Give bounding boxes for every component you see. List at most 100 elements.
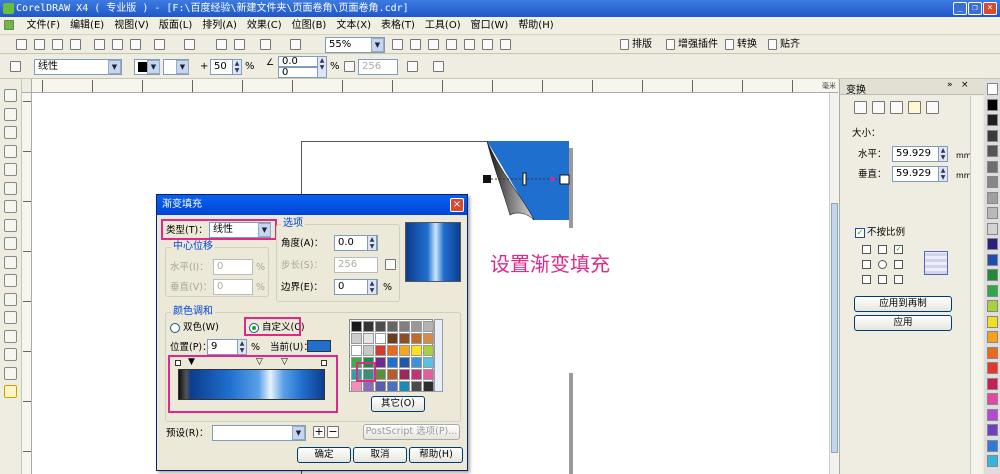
copy-fill-icon[interactable] [433, 61, 444, 72]
convert-icon[interactable] [725, 39, 734, 50]
rotate-icon[interactable] [872, 101, 885, 114]
zoom-all-icon[interactable] [446, 39, 457, 50]
open-icon[interactable] [34, 39, 45, 50]
menu-item[interactable]: 工具(O) [420, 17, 466, 35]
blend-color-swatch[interactable] [387, 369, 398, 380]
steps-lock-icon[interactable] [344, 61, 355, 72]
add-preset-icon[interactable]: + [313, 426, 325, 438]
blend-color-swatch[interactable] [387, 345, 398, 356]
size-icon[interactable] [908, 101, 921, 114]
blend-color-swatch[interactable] [411, 369, 422, 380]
basic-shapes-icon[interactable] [4, 255, 17, 269]
blend-color-swatch[interactable] [423, 369, 434, 380]
palette-swatch[interactable] [987, 145, 998, 157]
zoom-width-icon[interactable] [482, 39, 493, 50]
anchor-tl[interactable] [862, 245, 871, 254]
menu-item[interactable]: 版面(L) [154, 17, 197, 35]
preset-dropdown-icon[interactable]: ▼ [292, 426, 305, 440]
blend-color-swatch[interactable] [399, 345, 410, 356]
smart-fill-icon[interactable] [4, 181, 17, 195]
palette-swatch[interactable] [987, 300, 998, 312]
lock-icon[interactable] [407, 61, 418, 72]
blend-color-swatch[interactable] [351, 321, 362, 332]
palette-swatch[interactable] [987, 114, 998, 126]
blend-color-swatch[interactable] [399, 357, 410, 368]
fill-type-dropdown-icon[interactable]: ▼ [108, 60, 121, 74]
close-icon[interactable]: × [983, 2, 997, 15]
new-icon[interactable] [16, 39, 27, 50]
launcher-icon[interactable] [260, 39, 271, 50]
blend-palette-scrollbar[interactable] [434, 319, 443, 392]
end-color-dropdown-icon[interactable]: ▼ [176, 60, 189, 74]
blend-color-swatch[interactable] [399, 321, 410, 332]
zoom-in-icon[interactable] [392, 39, 403, 50]
convert-button[interactable]: 转换 [737, 38, 757, 52]
palette-swatch[interactable] [987, 129, 998, 142]
pick-tool-icon[interactable] [4, 89, 17, 102]
position-spinner[interactable]: ▲ ▼ [237, 339, 247, 355]
zoom-tool-icon[interactable] [4, 144, 17, 158]
blend-color-swatch[interactable] [363, 321, 374, 332]
save-icon[interactable] [52, 39, 63, 50]
blend-color-swatch[interactable] [399, 333, 410, 344]
blend-color-swatch[interactable] [351, 345, 362, 356]
palette-swatch[interactable] [987, 98, 998, 111]
blend-color-swatch[interactable] [363, 381, 374, 392]
edge-field[interactable]: 0 [278, 67, 318, 78]
minimize-icon[interactable]: _ [953, 2, 967, 15]
anchor-tc[interactable] [878, 245, 887, 254]
menu-item[interactable]: 表格(T) [376, 17, 420, 35]
blend-color-swatch[interactable] [399, 381, 410, 392]
outline-tool-icon[interactable] [4, 348, 17, 361]
restore-icon[interactable]: ❐ [968, 2, 982, 15]
snap-icon[interactable] [290, 39, 301, 50]
angle-spinner[interactable]: ▲ ▼ [317, 56, 327, 78]
docker-collapse-icon[interactable]: » [947, 80, 953, 90]
ok-button[interactable]: 确定 [297, 447, 351, 463]
blend-color-swatch[interactable] [411, 321, 422, 332]
menu-item[interactable]: 位图(B) [287, 17, 332, 35]
page-curl-shape[interactable] [472, 133, 582, 243]
docker-scrollbar[interactable] [970, 96, 982, 474]
blend-color-swatch[interactable] [423, 381, 434, 392]
others-button[interactable]: 其它(O) [371, 396, 425, 412]
fill-tool-icon[interactable] [4, 366, 17, 380]
ellipse-tool-icon[interactable] [4, 218, 17, 232]
menu-item[interactable]: 编辑(E) [65, 17, 109, 35]
v-size-spinner[interactable]: ▲ ▼ [938, 166, 948, 182]
anchor-mr[interactable] [894, 260, 903, 269]
scale-icon[interactable] [890, 101, 903, 114]
table-tool-icon[interactable] [4, 292, 17, 306]
midpoint-spinner[interactable]: ▲ ▼ [232, 59, 242, 75]
palette-swatch[interactable] [987, 191, 998, 204]
palette-swatch[interactable] [987, 331, 998, 343]
palette-swatch[interactable] [987, 207, 998, 219]
blend-color-swatch[interactable] [411, 357, 422, 368]
blend-color-swatch[interactable] [351, 333, 362, 344]
blend-color-swatch[interactable] [387, 321, 398, 332]
blend-color-swatch[interactable] [423, 345, 434, 356]
palette-swatch[interactable] [987, 408, 998, 421]
menu-item[interactable]: 文本(X) [331, 17, 376, 35]
blend-color-swatch[interactable] [363, 333, 374, 344]
polygon-tool-icon[interactable] [4, 237, 17, 250]
snap-to-icon[interactable] [768, 39, 777, 50]
vertical-scrollbar[interactable] [829, 93, 839, 474]
undo-icon[interactable] [154, 39, 165, 50]
blend-color-swatch[interactable] [363, 345, 374, 356]
angle-field[interactable]: 0.0 [278, 56, 318, 67]
cancel-button[interactable]: 取消 [353, 447, 407, 463]
typeset-button[interactable]: 排版 [632, 38, 652, 52]
menu-item[interactable]: 视图(V) [109, 17, 154, 35]
zoom-out-icon[interactable] [410, 39, 421, 50]
dialog-close-icon[interactable]: × [450, 198, 464, 212]
zoom-page-icon[interactable] [464, 39, 475, 50]
copy-icon[interactable] [112, 39, 123, 50]
blend-color-swatch[interactable] [375, 369, 386, 380]
angle-spinner[interactable]: ▲ ▼ [367, 235, 377, 251]
apply-duplicate-button[interactable]: 应用到再制 [854, 296, 952, 312]
blend-color-swatch[interactable] [423, 321, 434, 332]
menu-item[interactable]: 排列(A) [197, 17, 242, 35]
scroll-thumb[interactable] [831, 203, 838, 453]
skew-icon[interactable] [926, 101, 939, 114]
